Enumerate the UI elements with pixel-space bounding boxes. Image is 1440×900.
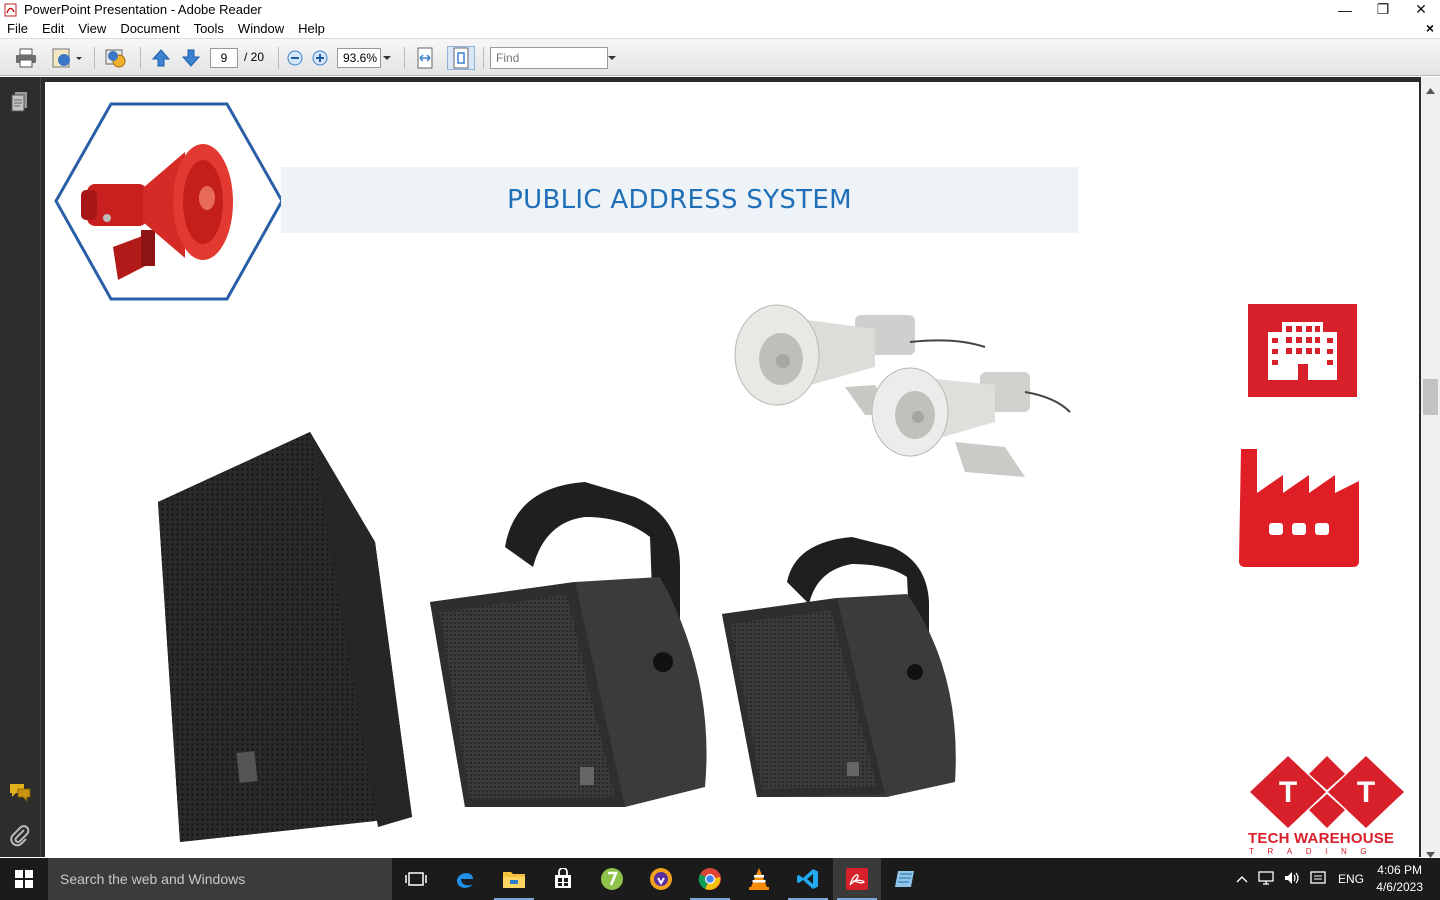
windows-logo-icon xyxy=(15,870,33,888)
slide-title-banner: PUBLIC ADDRESS SYSTEM xyxy=(281,167,1078,233)
notepad-icon[interactable] xyxy=(882,858,930,900)
restore-button[interactable]: ❐ xyxy=(1364,0,1402,19)
print-icon[interactable] xyxy=(12,46,40,70)
factory-icon xyxy=(1237,445,1361,572)
weather-speaker-large-image xyxy=(425,477,725,820)
adobe-reader-icon xyxy=(4,3,18,17)
pdf-page: PUBLIC ADDRESS SYSTEM T T TECH WAREHOUSE… xyxy=(45,82,1419,857)
store-icon[interactable] xyxy=(539,858,587,900)
language-indicator[interactable]: ENG xyxy=(1338,872,1364,886)
app-green-icon[interactable] xyxy=(588,858,636,900)
fit-page-icon[interactable] xyxy=(447,46,475,70)
menu-bar: File Edit View Document Tools Window Hel… xyxy=(0,19,1440,38)
zoom-in-icon[interactable] xyxy=(310,46,330,70)
page-number-input[interactable]: 9 xyxy=(210,48,238,68)
next-page-icon[interactable] xyxy=(178,46,204,70)
share-icon[interactable] xyxy=(101,46,131,70)
zoom-dropdown-icon[interactable] xyxy=(382,46,392,70)
previous-page-icon[interactable] xyxy=(148,46,174,70)
edge-browser-icon[interactable] xyxy=(441,858,489,900)
close-button[interactable]: ✕ xyxy=(1402,0,1440,19)
taskbar: Search the web and Windows ENG 4:06 PM 4… xyxy=(0,858,1440,900)
menu-view[interactable]: View xyxy=(71,21,113,36)
slide-title: PUBLIC ADDRESS SYSTEM xyxy=(507,185,852,215)
clock-time: 4:06 PM xyxy=(1377,863,1422,877)
menu-tools[interactable]: Tools xyxy=(187,21,231,36)
find-dropdown-icon[interactable] xyxy=(607,46,617,70)
logo-name: TECH WAREHOUSE xyxy=(1248,830,1395,847)
fit-width-icon[interactable] xyxy=(412,46,438,70)
system-tray: ENG xyxy=(1236,858,1364,900)
zoom-level-input[interactable]: 93.6% xyxy=(337,48,381,68)
document-workspace: PUBLIC ADDRESS SYSTEM T T TECH WAREHOUSE… xyxy=(0,77,1440,858)
menu-help[interactable]: Help xyxy=(291,21,332,36)
logo-letter-right: T xyxy=(1357,776,1375,809)
clock-date: 4/6/2023 xyxy=(1376,880,1423,894)
attachments-panel-icon[interactable] xyxy=(9,825,31,850)
vscode-icon[interactable] xyxy=(784,858,832,900)
building-icon xyxy=(1248,304,1357,400)
close-document-button[interactable]: × xyxy=(1426,20,1434,36)
comments-panel-icon[interactable] xyxy=(8,782,32,805)
start-button[interactable] xyxy=(0,858,48,900)
notifications-icon[interactable] xyxy=(1310,870,1326,888)
horn-speakers-image xyxy=(725,297,1075,500)
vpn-shield-icon[interactable] xyxy=(637,858,685,900)
chrome-icon[interactable] xyxy=(686,858,734,900)
toolbar-separator xyxy=(278,47,279,69)
toolbar: 9 / 20 93.6% Find xyxy=(0,38,1440,76)
cabinet-speaker-image xyxy=(150,432,420,855)
menu-document[interactable]: Document xyxy=(113,21,186,36)
create-pdf-icon[interactable] xyxy=(48,46,86,70)
minimize-button[interactable]: — xyxy=(1326,0,1364,19)
volume-icon[interactable] xyxy=(1284,871,1300,888)
pages-panel-icon[interactable] xyxy=(10,91,30,116)
weather-speaker-small-image xyxy=(717,532,967,815)
scroll-thumb[interactable] xyxy=(1423,379,1438,415)
taskbar-search-input[interactable]: Search the web and Windows xyxy=(48,858,392,900)
scroll-up-icon[interactable] xyxy=(1426,82,1435,97)
navigation-pane xyxy=(0,77,41,857)
toolbar-separator xyxy=(140,47,141,69)
vlc-icon[interactable] xyxy=(735,858,783,900)
vertical-scrollbar[interactable] xyxy=(1421,77,1440,858)
menu-window[interactable]: Window xyxy=(231,21,291,36)
toolbar-separator xyxy=(483,47,484,69)
menu-edit[interactable]: Edit xyxy=(35,21,71,36)
page-total: / 20 xyxy=(244,50,265,64)
task-view-icon[interactable] xyxy=(392,858,440,900)
find-input[interactable]: Find xyxy=(490,47,608,69)
window-title: PowerPoint Presentation - Adobe Reader xyxy=(24,2,262,17)
adobe-reader-task-icon[interactable] xyxy=(833,858,881,900)
tray-overflow-icon[interactable] xyxy=(1236,872,1248,886)
network-icon[interactable] xyxy=(1258,870,1276,889)
zoom-out-icon[interactable] xyxy=(285,46,305,70)
taskbar-clock[interactable]: 4:06 PM 4/6/2023 xyxy=(1376,862,1423,896)
menu-file[interactable]: File xyxy=(0,21,35,36)
title-bar: PowerPoint Presentation - Adobe Reader —… xyxy=(0,0,1440,19)
logo-subtitle: TRADING xyxy=(1249,847,1381,856)
toolbar-separator xyxy=(404,47,405,69)
file-explorer-icon[interactable] xyxy=(490,858,538,900)
logo-letter-left: T xyxy=(1279,776,1297,809)
tech-warehouse-logo: T T xyxy=(1248,754,1408,835)
siren-hexagon-image xyxy=(53,102,285,305)
toolbar-separator xyxy=(94,47,95,69)
